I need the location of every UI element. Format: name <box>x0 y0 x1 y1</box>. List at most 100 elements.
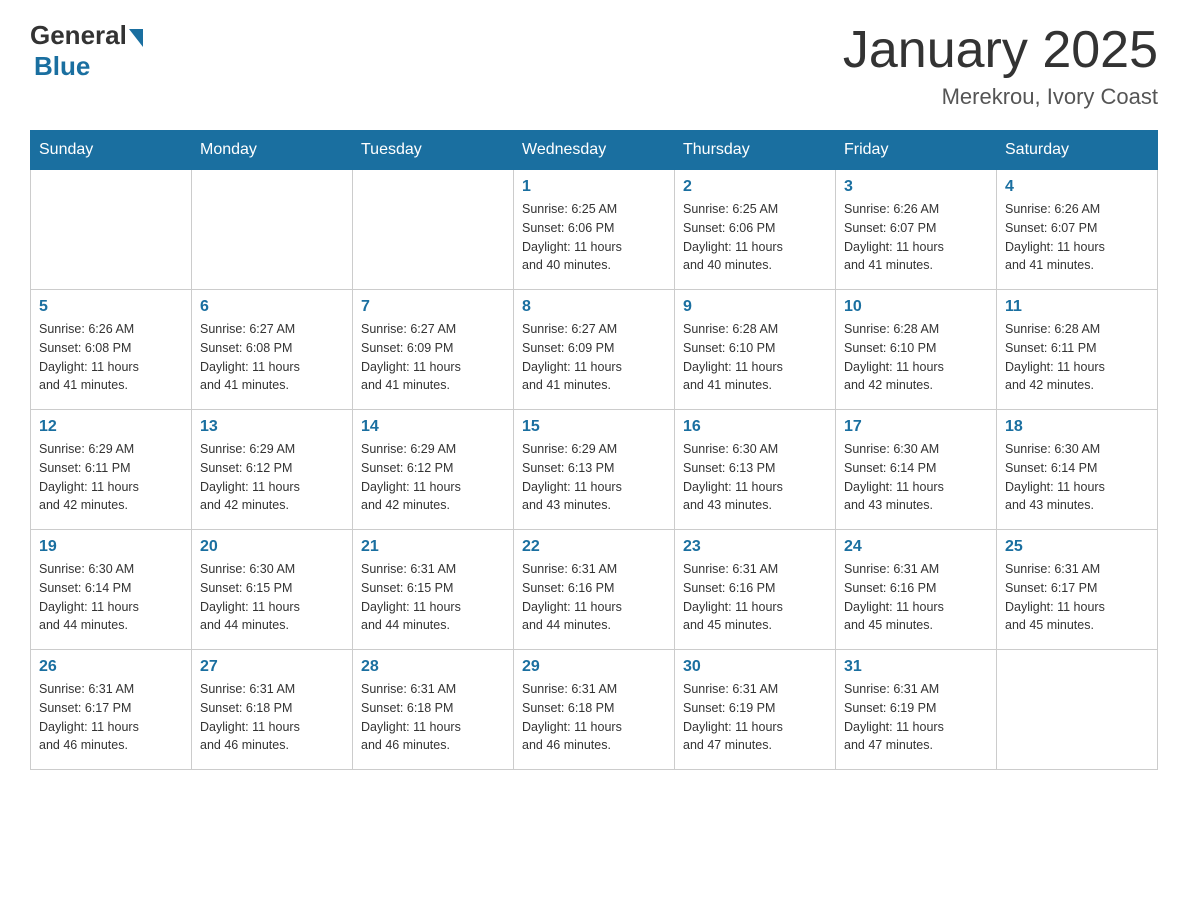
day-info: Sunrise: 6:31 AM Sunset: 6:19 PM Dayligh… <box>683 680 827 755</box>
calendar-cell: 7Sunrise: 6:27 AM Sunset: 6:09 PM Daylig… <box>353 290 514 410</box>
day-info: Sunrise: 6:30 AM Sunset: 6:13 PM Dayligh… <box>683 440 827 515</box>
day-info: Sunrise: 6:28 AM Sunset: 6:10 PM Dayligh… <box>844 320 988 395</box>
day-number: 4 <box>1005 178 1149 196</box>
day-number: 24 <box>844 538 988 556</box>
calendar-cell: 23 Sunrise: 6:31 AM Sunset: 6:16 PM Dayli… <box>675 530 836 650</box>
day-number: 8 <box>522 298 666 316</box>
day-number: 11 <box>1005 298 1149 316</box>
day-number: 21 <box>361 538 505 556</box>
calendar-cell: 17 Sunrise: 6:30 AM Sunset: 6:14 PM Dayli… <box>836 410 997 530</box>
day-number: 23 <box>683 538 827 556</box>
day-info: Sunrise: 6:31 AM Sunset: 6:16 PM Dayligh… <box>522 560 666 635</box>
calendar-cell: 22Sunrise: 6:31 AM Sunset: 6:16 PM Dayli… <box>514 530 675 650</box>
day-number: 26 <box>39 658 183 676</box>
calendar-cell: 14 Sunrise: 6:29 AM Sunset: 6:12 PM Dayli… <box>353 410 514 530</box>
day-number: 25 <box>1005 538 1149 556</box>
day-info: Sunrise: 6:29 AM Sunset: 6:11 PM Dayligh… <box>39 440 183 515</box>
calendar-cell: 16 Sunrise: 6:30 AM Sunset: 6:13 PM Dayli… <box>675 410 836 530</box>
calendar-title: January 2025 <box>843 20 1158 80</box>
calendar-cell: 13 Sunrise: 6:29 AM Sunset: 6:12 PM Dayli… <box>192 410 353 530</box>
day-number: 14 <box>361 418 505 436</box>
week-row-4: 19 Sunrise: 6:30 AM Sunset: 6:14 PM Dayli… <box>31 530 1158 650</box>
calendar-cell: 2 Sunrise: 6:25 AM Sunset: 6:06 PM Daylig… <box>675 170 836 290</box>
week-row-5: 26 Sunrise: 6:31 AM Sunset: 6:17 PM Dayli… <box>31 650 1158 770</box>
day-info: Sunrise: 6:30 AM Sunset: 6:14 PM Dayligh… <box>39 560 183 635</box>
calendar-cell: 31 Sunrise: 6:31 AM Sunset: 6:19 PM Dayli… <box>836 650 997 770</box>
calendar-cell: 27 Sunrise: 6:31 AM Sunset: 6:18 PM Dayli… <box>192 650 353 770</box>
calendar-cell <box>997 650 1158 770</box>
day-number: 16 <box>683 418 827 436</box>
day-number: 31 <box>844 658 988 676</box>
day-number: 5 <box>39 298 183 316</box>
day-info: Sunrise: 6:31 AM Sunset: 6:16 PM Dayligh… <box>683 560 827 635</box>
calendar-cell: 4Sunrise: 6:26 AM Sunset: 6:07 PM Daylig… <box>997 170 1158 290</box>
day-info: Sunrise: 6:31 AM Sunset: 6:17 PM Dayligh… <box>39 680 183 755</box>
header-thursday: Thursday <box>675 131 836 170</box>
day-number: 12 <box>39 418 183 436</box>
calendar-cell: 20Sunrise: 6:30 AM Sunset: 6:15 PM Dayli… <box>192 530 353 650</box>
day-info: Sunrise: 6:31 AM Sunset: 6:18 PM Dayligh… <box>522 680 666 755</box>
day-number: 30 <box>683 658 827 676</box>
day-info: Sunrise: 6:31 AM Sunset: 6:19 PM Dayligh… <box>844 680 988 755</box>
calendar-cell: 24 Sunrise: 6:31 AM Sunset: 6:16 PM Dayli… <box>836 530 997 650</box>
calendar-cell: 8Sunrise: 6:27 AM Sunset: 6:09 PM Daylig… <box>514 290 675 410</box>
day-info: Sunrise: 6:25 AM Sunset: 6:06 PM Dayligh… <box>683 200 827 275</box>
calendar-header: SundayMondayTuesdayWednesdayThursdayFrid… <box>31 131 1158 170</box>
calendar-cell: 19 Sunrise: 6:30 AM Sunset: 6:14 PM Dayli… <box>31 530 192 650</box>
calendar-cell: 18 Sunrise: 6:30 AM Sunset: 6:14 PM Dayli… <box>997 410 1158 530</box>
day-info: Sunrise: 6:31 AM Sunset: 6:18 PM Dayligh… <box>361 680 505 755</box>
logo-blue: Blue <box>34 51 90 82</box>
week-row-2: 5 Sunrise: 6:26 AM Sunset: 6:08 PM Daylig… <box>31 290 1158 410</box>
calendar-subtitle: Merekrou, Ivory Coast <box>843 84 1158 110</box>
logo: General Blue <box>30 20 143 82</box>
calendar-cell: 6 Sunrise: 6:27 AM Sunset: 6:08 PM Daylig… <box>192 290 353 410</box>
day-info: Sunrise: 6:30 AM Sunset: 6:15 PM Dayligh… <box>200 560 344 635</box>
title-section: January 2025 Merekrou, Ivory Coast <box>843 20 1158 110</box>
calendar-cell: 21 Sunrise: 6:31 AM Sunset: 6:15 PM Dayli… <box>353 530 514 650</box>
calendar-cell <box>353 170 514 290</box>
day-info: Sunrise: 6:31 AM Sunset: 6:18 PM Dayligh… <box>200 680 344 755</box>
day-number: 2 <box>683 178 827 196</box>
calendar-cell <box>192 170 353 290</box>
calendar-cell: 5 Sunrise: 6:26 AM Sunset: 6:08 PM Daylig… <box>31 290 192 410</box>
header-friday: Friday <box>836 131 997 170</box>
calendar-cell: 12 Sunrise: 6:29 AM Sunset: 6:11 PM Dayli… <box>31 410 192 530</box>
day-info: Sunrise: 6:29 AM Sunset: 6:12 PM Dayligh… <box>200 440 344 515</box>
calendar-cell: 11 Sunrise: 6:28 AM Sunset: 6:11 PM Dayli… <box>997 290 1158 410</box>
day-number: 18 <box>1005 418 1149 436</box>
day-info: Sunrise: 6:30 AM Sunset: 6:14 PM Dayligh… <box>844 440 988 515</box>
day-info: Sunrise: 6:26 AM Sunset: 6:08 PM Dayligh… <box>39 320 183 395</box>
header-saturday: Saturday <box>997 131 1158 170</box>
day-number: 3 <box>844 178 988 196</box>
day-number: 27 <box>200 658 344 676</box>
day-number: 13 <box>200 418 344 436</box>
logo-arrow-icon <box>129 29 143 47</box>
day-number: 6 <box>200 298 344 316</box>
calendar-cell: 3 Sunrise: 6:26 AM Sunset: 6:07 PM Daylig… <box>836 170 997 290</box>
day-info: Sunrise: 6:28 AM Sunset: 6:11 PM Dayligh… <box>1005 320 1149 395</box>
calendar-cell: 10 Sunrise: 6:28 AM Sunset: 6:10 PM Dayli… <box>836 290 997 410</box>
week-row-1: 1 Sunrise: 6:25 AM Sunset: 6:06 PM Daylig… <box>31 170 1158 290</box>
day-number: 17 <box>844 418 988 436</box>
day-info: Sunrise: 6:27 AM Sunset: 6:08 PM Dayligh… <box>200 320 344 395</box>
week-row-3: 12 Sunrise: 6:29 AM Sunset: 6:11 PM Dayli… <box>31 410 1158 530</box>
day-number: 1 <box>522 178 666 196</box>
calendar-cell: 26 Sunrise: 6:31 AM Sunset: 6:17 PM Dayli… <box>31 650 192 770</box>
day-number: 28 <box>361 658 505 676</box>
day-number: 9 <box>683 298 827 316</box>
calendar-table: SundayMondayTuesdayWednesdayThursdayFrid… <box>30 130 1158 770</box>
page-header: General Blue January 2025 Merekrou, Ivor… <box>30 20 1158 110</box>
day-info: Sunrise: 6:31 AM Sunset: 6:15 PM Dayligh… <box>361 560 505 635</box>
day-number: 29 <box>522 658 666 676</box>
day-number: 19 <box>39 538 183 556</box>
calendar-body: 1 Sunrise: 6:25 AM Sunset: 6:06 PM Daylig… <box>31 170 1158 770</box>
day-info: Sunrise: 6:31 AM Sunset: 6:16 PM Dayligh… <box>844 560 988 635</box>
calendar-cell: 30 Sunrise: 6:31 AM Sunset: 6:19 PM Dayli… <box>675 650 836 770</box>
day-number: 10 <box>844 298 988 316</box>
day-info: Sunrise: 6:29 AM Sunset: 6:13 PM Dayligh… <box>522 440 666 515</box>
day-info: Sunrise: 6:30 AM Sunset: 6:14 PM Dayligh… <box>1005 440 1149 515</box>
day-info: Sunrise: 6:26 AM Sunset: 6:07 PM Dayligh… <box>844 200 988 275</box>
calendar-cell: 25Sunrise: 6:31 AM Sunset: 6:17 PM Dayli… <box>997 530 1158 650</box>
calendar-cell: 29 Sunrise: 6:31 AM Sunset: 6:18 PM Dayli… <box>514 650 675 770</box>
day-info: Sunrise: 6:29 AM Sunset: 6:12 PM Dayligh… <box>361 440 505 515</box>
